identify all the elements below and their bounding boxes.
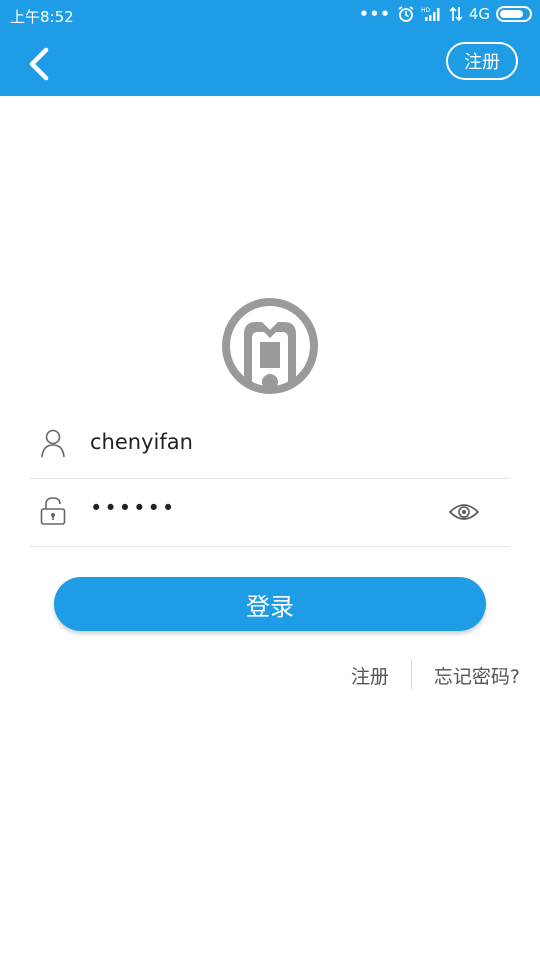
status-icons: ••• HD 4G: [359, 5, 532, 23]
eye-icon[interactable]: [448, 500, 480, 524]
data-arrows-icon: [449, 6, 463, 22]
password-field[interactable]: ••••••: [30, 478, 510, 547]
bottom-links: 注册 忘记密码?: [351, 660, 520, 690]
chevron-left-icon: [29, 47, 49, 81]
app-logo: [222, 298, 318, 394]
network-type: 4G: [468, 5, 490, 23]
password-value[interactable]: ••••••: [90, 496, 176, 520]
status-bar: 上午8:52 ••• HD 4G: [0, 0, 540, 32]
user-icon: [41, 429, 65, 458]
more-dots-icon: •••: [359, 5, 391, 23]
username-value[interactable]: chenyifan: [90, 430, 193, 454]
status-time: 上午8:52: [10, 8, 74, 26]
battery-icon: [496, 6, 532, 22]
link-divider: [410, 660, 412, 690]
alarm-icon: [398, 6, 414, 22]
lock-icon: [40, 497, 66, 525]
back-button[interactable]: [22, 44, 58, 84]
username-field[interactable]: chenyifan: [30, 410, 510, 479]
register-link[interactable]: 注册: [351, 662, 389, 689]
hd-signal-icon: HD: [421, 7, 440, 21]
forgot-password-link[interactable]: 忘记密码?: [434, 662, 520, 689]
app-header: 上午8:52 ••• HD 4G 注册: [0, 0, 540, 96]
login-button[interactable]: 登录: [54, 577, 486, 631]
register-button-header[interactable]: 注册: [446, 42, 518, 80]
svg-text:HD: HD: [421, 7, 431, 14]
